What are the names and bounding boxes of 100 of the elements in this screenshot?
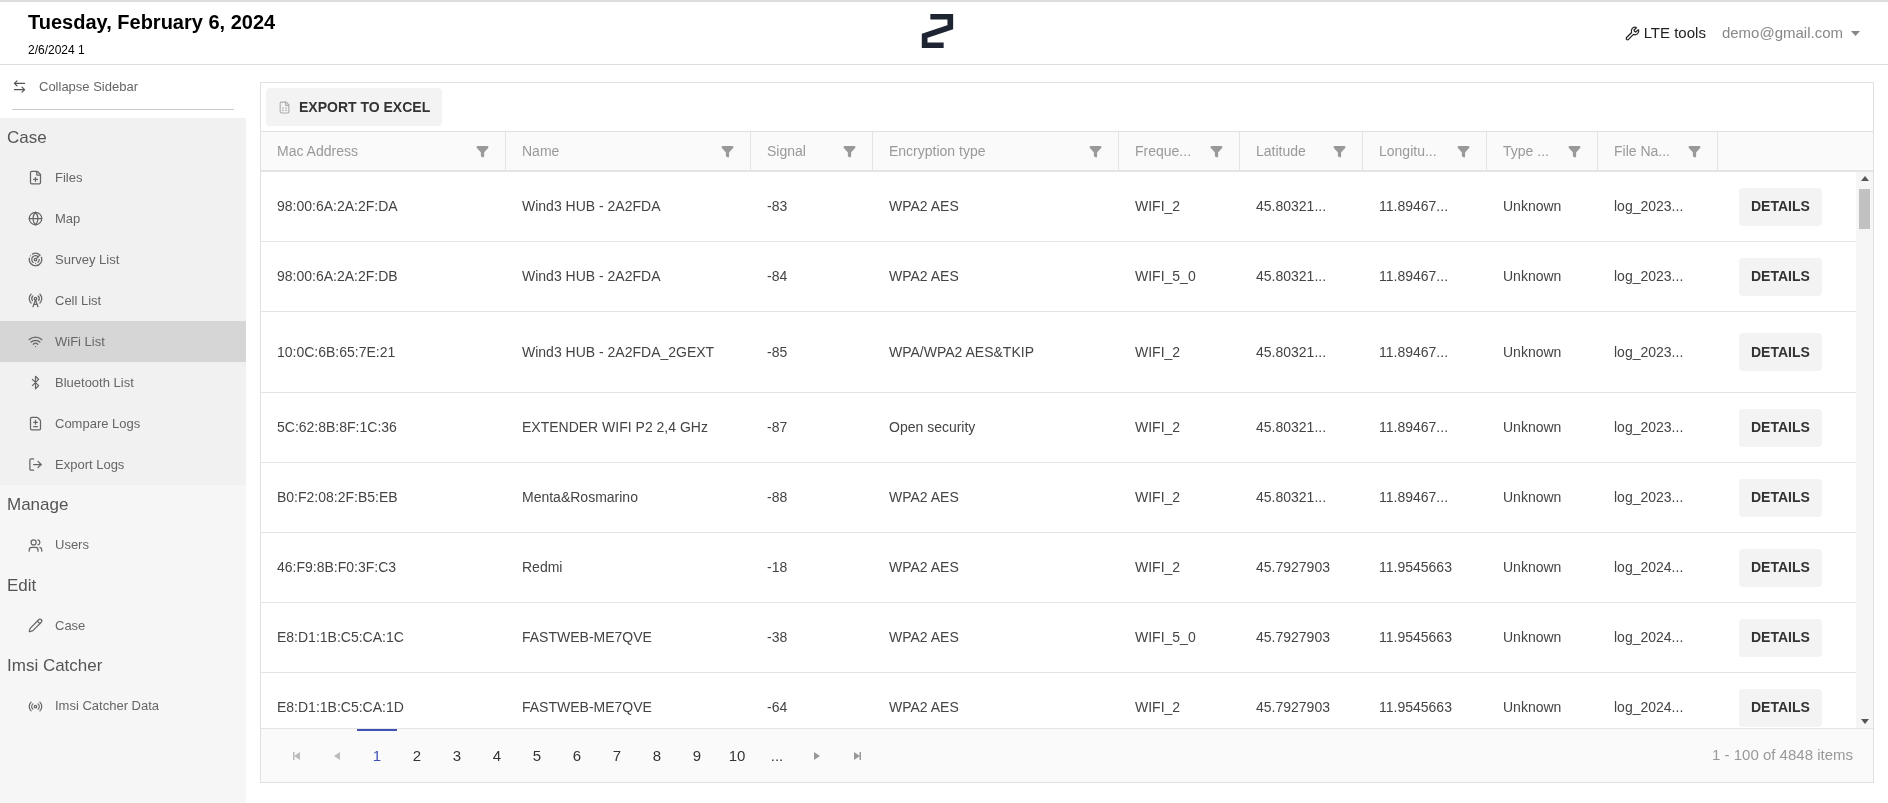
sidebar-item[interactable]: Export Logs <box>0 444 246 485</box>
pencil-icon <box>28 618 43 633</box>
skip-last-icon <box>852 750 862 761</box>
page-button[interactable]: ... <box>757 728 797 783</box>
table-cell-text: 45.7927903 <box>1255 698 1331 717</box>
globe-icon <box>28 211 43 226</box>
table-cell-text: EXTENDER WIFI P2 2,4 GHz <box>521 418 709 437</box>
table-cell-text: WPA2 AES <box>888 558 960 577</box>
table-cell-text: Unknown <box>1502 418 1563 437</box>
sidebar-item[interactable]: Compare Logs <box>0 403 246 444</box>
table-cell-text: Menta&Rosmarino <box>521 488 639 507</box>
table-cell-text: 11.89467... <box>1378 197 1450 216</box>
users-icon <box>28 537 43 553</box>
table-cell-text: -87 <box>766 418 789 437</box>
details-button[interactable]: DETAILS <box>1739 688 1822 727</box>
table-cell-text: 45.80321... <box>1255 342 1328 362</box>
table-cell-text: 45.7927903 <box>1255 558 1331 577</box>
table-cell-text: Wind3 HUB - 2A2FDA <box>521 197 662 216</box>
table-cell-text: WIFI_5_0 <box>1134 267 1197 286</box>
page-button[interactable]: 9 <box>677 728 717 783</box>
details-button[interactable]: DETAILS <box>1739 618 1822 657</box>
table-cell-text: Unknown <box>1502 558 1563 577</box>
page-button[interactable]: 5 <box>517 728 557 783</box>
page-button[interactable]: 8 <box>637 728 677 783</box>
table-cell-text: Unknown <box>1502 342 1563 362</box>
sidebar-item[interactable]: Case <box>0 605 246 646</box>
page-button[interactable]: 10 <box>717 728 757 783</box>
table-cell-text: E8:D1:1B:C5:CA:1D <box>276 698 405 717</box>
table-cell-text: log_2023... <box>1613 197 1685 216</box>
page-button[interactable]: 7 <box>597 728 637 783</box>
user-menu[interactable]: demo@gmail.com <box>1721 21 1860 45</box>
page-button[interactable]: 6 <box>557 728 597 783</box>
filter-icon <box>721 144 734 158</box>
table-cell-text: WIFI_2 <box>1134 197 1182 216</box>
sidebar-item[interactable]: Users <box>0 524 246 566</box>
details-button[interactable]: DETAILS <box>1739 187 1822 226</box>
scrollbar-thumb[interactable] <box>1859 189 1870 229</box>
caret-icon <box>1851 30 1860 36</box>
table-cell-text: Unknown <box>1502 267 1563 286</box>
table-cell-text: WPA/WPA2 AES&TKIP <box>888 342 1035 362</box>
sidebar-item[interactable]: Map <box>0 198 246 239</box>
skip-first-icon <box>292 750 302 761</box>
table-cell-text: 11.9545663 <box>1378 628 1453 647</box>
table-cell-text: WIFI_2 <box>1134 558 1182 577</box>
table-cell-text: Wind3 HUB - 2A2FDA_2GEXT <box>521 342 716 362</box>
section-title: Imsi Catcher <box>6 655 104 677</box>
sidebar-item[interactable]: Bluetooth List <box>0 362 246 403</box>
details-button[interactable]: DETAILS <box>1739 408 1822 447</box>
page-button[interactable]: 3 <box>437 728 477 783</box>
table-cell-text: -38 <box>766 628 789 647</box>
excel-file-icon <box>278 100 291 114</box>
table-cell-text: WPA2 AES <box>888 628 960 647</box>
sidebar-item[interactable]: WiFi List <box>0 321 246 362</box>
table-cell-text: B0:F2:08:2F:B5:EB <box>276 488 399 507</box>
table-cell-text: FASTWEB-ME7QVE <box>521 698 653 717</box>
table-cell-text: log_2023... <box>1613 342 1685 362</box>
section-title: Manage <box>6 494 70 516</box>
document-compare-icon <box>28 416 43 431</box>
table-cell-text: 45.80321... <box>1255 267 1328 286</box>
table-cell-text: log_2024... <box>1613 628 1685 647</box>
swap-arrows-icon <box>12 79 27 95</box>
table-cell-text: -64 <box>766 698 789 717</box>
table-cell-text: log_2023... <box>1613 418 1685 437</box>
scrollbar[interactable] <box>1856 172 1873 728</box>
details-button[interactable]: DETAILS <box>1739 333 1822 371</box>
sidebar-item[interactable]: Cell List <box>0 280 246 321</box>
file-plus-icon <box>28 170 43 185</box>
table-cell-text: log_2024... <box>1613 698 1685 717</box>
sidebar-item[interactable]: Survey List <box>0 239 246 280</box>
page-button[interactable]: 4 <box>477 728 517 783</box>
table-cell-text: 5C:62:8B:8F:1C:36 <box>276 418 398 437</box>
table-cell-text: 11.89467... <box>1378 267 1450 286</box>
details-button[interactable]: DETAILS <box>1739 478 1822 517</box>
table-cell-text: Open security <box>888 418 977 437</box>
table-cell-text: -18 <box>766 558 789 577</box>
sidebar-item[interactable]: Imsi Catcher Data <box>0 685 246 727</box>
date-title: Tuesday, February 6, 2024 <box>28 10 276 35</box>
table-cell-text: -83 <box>766 197 789 216</box>
filter-icon <box>1688 144 1701 158</box>
table-cell-text: 10:0C:6B:65:7E:21 <box>276 342 397 362</box>
details-button[interactable]: DETAILS <box>1739 548 1822 587</box>
wrench-icon <box>1624 25 1640 41</box>
pager-summary: 1 - 100 of 4848 items <box>1712 745 1854 766</box>
sidebar-item[interactable]: Files <box>0 157 246 198</box>
table-cell-text: 11.89467... <box>1378 488 1450 507</box>
date-subtitle: 2/6/2024 1 <box>28 42 86 59</box>
table-cell-text: -88 <box>766 488 789 507</box>
details-button[interactable]: DETAILS <box>1739 257 1822 296</box>
page-button[interactable]: 2 <box>397 728 437 783</box>
table-cell-text: 11.9545663 <box>1378 558 1453 577</box>
table-cell-text: 11.89467... <box>1378 418 1450 437</box>
export-to-excel-button[interactable]: EXPORT TO EXCEL <box>266 88 443 126</box>
filter-icon <box>1457 144 1470 158</box>
page-button[interactable]: 1 <box>357 728 397 783</box>
table-cell-text: log_2024... <box>1613 558 1685 577</box>
lte-tools-link[interactable]: LTE tools <box>1624 21 1706 45</box>
filter-icon <box>1568 144 1581 158</box>
filter-icon <box>843 144 856 158</box>
table-cell-text: log_2023... <box>1613 267 1685 286</box>
table-cell-text: 11.9545663 <box>1378 698 1453 717</box>
